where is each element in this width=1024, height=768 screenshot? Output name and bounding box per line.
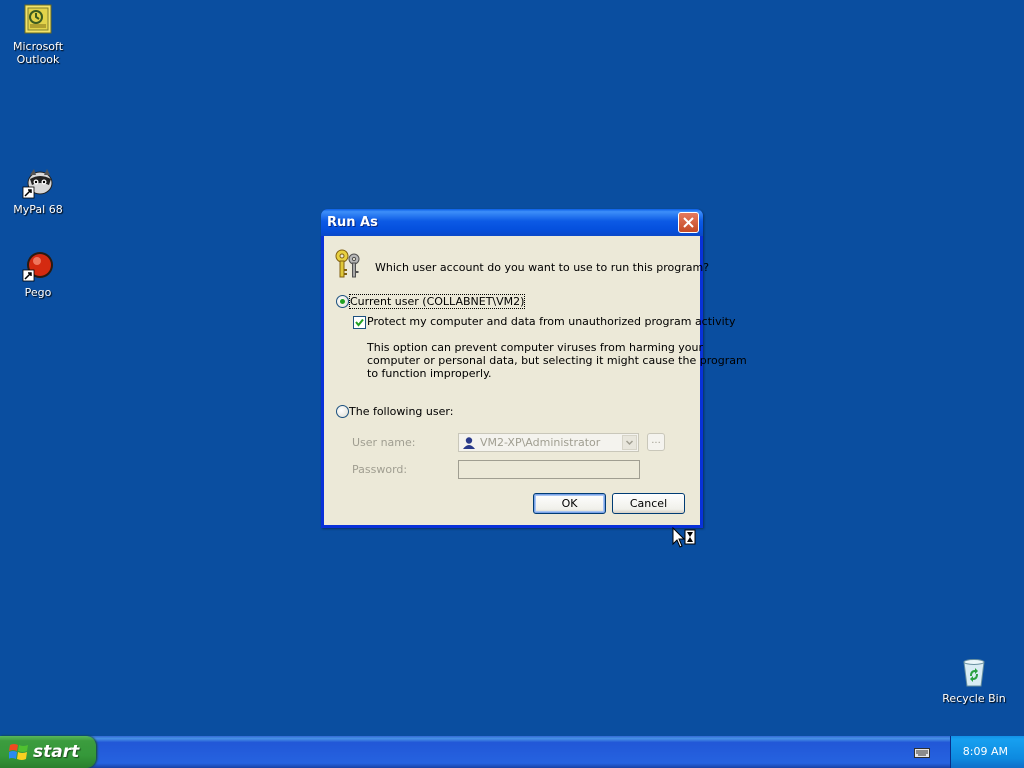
description-line: computer or personal data, but selecting…: [367, 354, 747, 367]
recycle-bin-icon: [958, 656, 990, 688]
keyboard-icon[interactable]: [914, 747, 930, 759]
run-as-dialog: Run As Which user account do you want to…: [321, 209, 747, 528]
outlook-icon: [22, 4, 54, 36]
username-combobox[interactable]: VM2-XP\Administrator: [458, 433, 639, 452]
desktop-icon-label: Recycle Bin: [942, 692, 1006, 705]
desktop-icon-label: Microsoft: [12, 40, 64, 53]
password-label: Password:: [352, 463, 408, 476]
desktop-icon-mypal[interactable]: MyPal 68: [0, 167, 76, 216]
desktop-icon-pego[interactable]: Pego: [0, 250, 76, 299]
pego-icon: [22, 250, 54, 282]
dialog-body: Which user account do you want to use to…: [324, 236, 747, 525]
username-value: VM2-XP\Administrator: [480, 436, 601, 449]
keys-icon: [333, 247, 365, 279]
description-line: to function improperly.: [367, 367, 492, 380]
desktop-icon-label: MyPal 68: [13, 203, 63, 216]
desktop-icon-label: Pego: [24, 286, 52, 299]
ok-button[interactable]: OK: [533, 493, 606, 514]
dialog-title: Run As: [327, 215, 378, 230]
dialog-title-bar[interactable]: Run As: [321, 209, 703, 236]
description-line: This option can prevent computer viruses…: [367, 341, 704, 354]
password-field[interactable]: [458, 460, 640, 479]
following-user-radio[interactable]: [336, 405, 349, 418]
protect-checkbox[interactable]: [353, 316, 366, 329]
close-button[interactable]: [678, 212, 699, 233]
close-icon: [683, 217, 694, 228]
radio-selected-dot: [340, 299, 345, 304]
windows-logo-icon: [8, 743, 29, 761]
start-label: start: [33, 742, 80, 762]
checkmark-icon: [355, 318, 364, 327]
combobox-arrow[interactable]: [622, 435, 637, 450]
desktop-icon-label: Outlook: [16, 53, 60, 66]
cancel-button[interactable]: Cancel: [612, 493, 685, 514]
clock[interactable]: 8:09 AM: [963, 745, 1008, 758]
question-text: Which user account do you want to use to…: [375, 261, 710, 274]
busy-cursor-icon: [672, 526, 698, 549]
current-user-label[interactable]: Current user (COLLABNET\VM2): [348, 294, 526, 309]
username-label: User name:: [352, 436, 416, 449]
current-user-radio[interactable]: [336, 295, 349, 308]
system-tray: 8:09 AM: [950, 736, 1024, 768]
start-button[interactable]: start: [0, 736, 96, 768]
protect-label[interactable]: Protect my computer and data from unauth…: [367, 315, 735, 328]
taskbar: start 8:09 AM: [0, 736, 1024, 768]
desktop-icon-outlook[interactable]: Microsoft Outlook: [0, 4, 76, 66]
desktop-icon-recycle-bin[interactable]: Recycle Bin: [936, 656, 1012, 705]
chevron-down-icon: [625, 440, 634, 446]
browse-button[interactable]: ...: [647, 433, 665, 451]
mypal-icon: [22, 167, 54, 199]
user-icon: [462, 436, 476, 450]
desktop: Microsoft Outlook MyPal 68 Pego Recycle …: [0, 0, 1024, 736]
following-user-label[interactable]: The following user:: [349, 405, 453, 418]
